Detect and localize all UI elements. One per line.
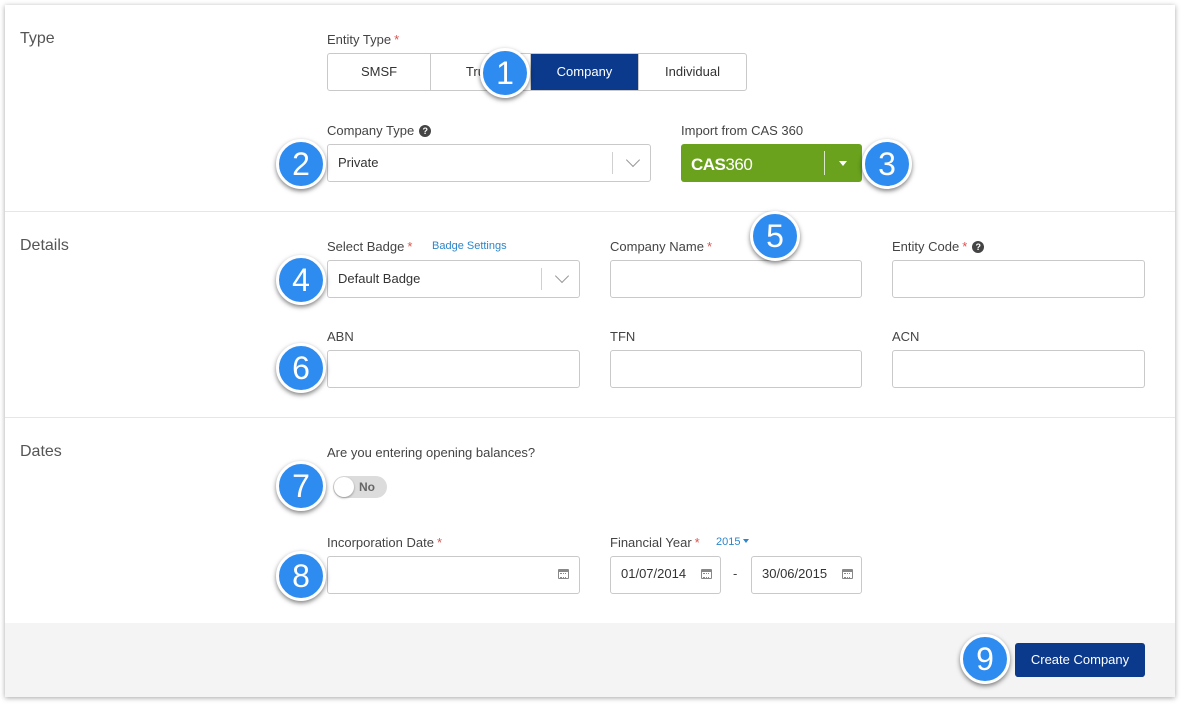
- entity-type-company[interactable]: Company: [531, 54, 639, 90]
- badge-settings-link[interactable]: Badge Settings: [432, 240, 507, 252]
- company-name-label: Company Name *: [610, 239, 712, 254]
- tfn-label: TFN: [610, 329, 636, 344]
- company-type-select[interactable]: Private: [327, 144, 651, 182]
- cas360-import-button[interactable]: CAS360: [681, 144, 862, 182]
- opening-balances-toggle[interactable]: No: [333, 476, 387, 498]
- incorporation-date-label: Incorporation Date *: [327, 535, 443, 550]
- section-title-details: Details: [20, 237, 69, 254]
- callout-badge-1: 1: [480, 48, 530, 98]
- entity-code-field[interactable]: [892, 260, 1145, 298]
- fy-end-value: 30/06/2015: [762, 566, 828, 581]
- date-range-separator: -: [733, 566, 738, 581]
- callout-badge-4: 4: [276, 255, 326, 305]
- acn-field[interactable]: [892, 350, 1145, 388]
- callout-badge-2: 2: [276, 139, 326, 189]
- fy-start-value: 01/07/2014: [621, 566, 687, 581]
- calendar-icon[interactable]: [701, 569, 712, 579]
- chevron-down-icon: [625, 152, 641, 168]
- callout-badge-7: 7: [276, 461, 326, 511]
- calendar-icon[interactable]: [842, 569, 853, 579]
- caret-down-icon[interactable]: [839, 161, 847, 166]
- entity-code-label: Entity Code *?: [892, 239, 985, 254]
- fy-start-date-field[interactable]: 01/07/2014: [610, 556, 721, 594]
- select-divider: [612, 152, 613, 174]
- new-company-form: Type Entity Type* SMSF Trust Company Ind…: [5, 5, 1175, 697]
- entity-type-selector: SMSF Trust Company Individual: [327, 53, 747, 91]
- toggle-knob: [334, 477, 354, 497]
- caret-down-icon: [743, 539, 750, 543]
- cas-divider: [824, 151, 825, 175]
- entity-type-label: Entity Type *: [327, 32, 400, 47]
- create-company-button[interactable]: Create Company: [1015, 643, 1145, 677]
- section-title-type: Type: [20, 30, 55, 47]
- import-cas-label: Import from CAS 360: [681, 123, 804, 138]
- select-divider: [541, 268, 542, 290]
- cas360-logo: CAS360: [691, 155, 753, 174]
- badge-select[interactable]: Default Badge: [327, 260, 580, 298]
- company-name-field[interactable]: [610, 260, 862, 298]
- financial-year-dropdown[interactable]: 2015: [716, 536, 750, 548]
- help-icon[interactable]: ?: [419, 125, 432, 137]
- section-divider: [5, 417, 1175, 418]
- abn-field[interactable]: [327, 350, 580, 388]
- badge-value: Default Badge: [338, 271, 421, 286]
- tfn-field[interactable]: [610, 350, 862, 388]
- entity-type-smsf[interactable]: SMSF: [328, 54, 431, 90]
- help-icon[interactable]: ?: [972, 241, 985, 253]
- entity-type-individual[interactable]: Individual: [639, 54, 746, 90]
- toggle-state: No: [359, 480, 375, 494]
- abn-label: ABN: [327, 329, 354, 344]
- chevron-down-icon: [554, 268, 570, 284]
- opening-balances-question: Are you entering opening balances?: [327, 445, 536, 460]
- required-mark: *: [394, 32, 400, 47]
- callout-badge-3: 3: [862, 139, 912, 189]
- section-title-dates: Dates: [20, 443, 62, 460]
- callout-badge-6: 6: [276, 343, 326, 393]
- callout-badge-5: 5: [750, 211, 800, 261]
- acn-label: ACN: [892, 329, 920, 344]
- calendar-icon[interactable]: [558, 569, 569, 579]
- select-badge-label: Select Badge *: [327, 239, 413, 254]
- company-type-label: Company Type?: [327, 123, 432, 138]
- section-divider: [5, 211, 1175, 212]
- callout-badge-8: 8: [276, 551, 326, 601]
- financial-year-label: Financial Year *: [610, 535, 700, 550]
- callout-badge-9: 9: [960, 634, 1010, 684]
- fy-end-date-field[interactable]: 30/06/2015: [751, 556, 862, 594]
- incorporation-date-field[interactable]: [327, 556, 580, 594]
- company-type-value: Private: [338, 155, 379, 170]
